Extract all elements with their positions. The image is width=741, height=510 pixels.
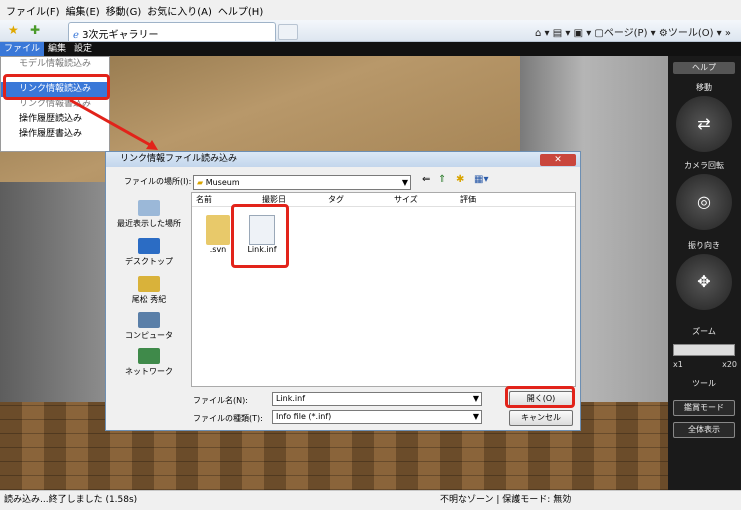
place-user[interactable]: 尾松 秀紀 (110, 276, 188, 305)
back-icon[interactable]: ⇐ (422, 174, 430, 185)
file-item-svn-label: .svn (209, 245, 227, 254)
chevron-down-icon[interactable]: ▼ (473, 411, 479, 423)
look-in-value: Museum (205, 178, 240, 187)
chevron-down-icon[interactable]: ▼ (473, 393, 479, 405)
recent-places-icon (138, 200, 160, 216)
desktop-icon (138, 238, 160, 254)
close-icon[interactable]: ✕ (540, 154, 576, 166)
look-in-select[interactable]: ▰ Museum ▼ (193, 175, 411, 190)
folder-icon (206, 215, 230, 245)
filetype-label: ファイルの種類(T): (193, 414, 263, 423)
cancel-button[interactable]: キャンセル (509, 410, 573, 426)
place-desktop[interactable]: デスクトップ (110, 238, 188, 267)
user-folder-icon (138, 276, 160, 292)
status-text: 読み込み...終了しました (1.58s) (4, 495, 138, 505)
place-computer[interactable]: コンピュータ (110, 312, 188, 341)
places-bar: 最近表示した場所 デスクトップ 尾松 秀紀 コンピュータ ネットワーク (110, 190, 188, 390)
place-computer-label: コンピュータ (125, 331, 173, 340)
folder-icon: ▰ (197, 178, 204, 187)
place-recent-label: 最近表示した場所 (117, 219, 181, 228)
look-in-label: ファイルの場所(I): (124, 177, 192, 186)
column-size[interactable]: サイズ (390, 193, 456, 206)
place-recent[interactable]: 最近表示した場所 (110, 200, 188, 229)
column-rating[interactable]: 評価 (456, 193, 522, 206)
place-network-label: ネットワーク (125, 367, 173, 376)
view-menu-icon[interactable]: ▦▾ (474, 174, 488, 185)
zone-status: 不明なゾーン | 保護モード: 無効 (440, 495, 572, 505)
computer-icon (138, 312, 160, 328)
network-icon (138, 348, 160, 364)
place-network[interactable]: ネットワーク (110, 348, 188, 377)
filetype-value: Info file (*.inf) (276, 412, 332, 421)
chevron-down-icon: ▼ (401, 178, 408, 187)
filename-label: ファイル名(N): (193, 396, 248, 405)
filetype-select[interactable]: Info file (*.inf) ▼ (272, 410, 482, 424)
dialog-title: リンク情報ファイル読み込み (106, 152, 580, 167)
new-folder-icon[interactable]: ✱ (456, 174, 464, 185)
highlight-link-inf (231, 204, 289, 268)
place-user-label: 尾松 秀紀 (131, 295, 167, 304)
place-desktop-label: デスクトップ (125, 257, 173, 266)
highlight-open-button (505, 386, 575, 408)
filename-input[interactable]: Link.inf ▼ (272, 392, 482, 406)
status-bar: 読み込み...終了しました (1.58s) 不明なゾーン | 保護モード: 無効 (0, 490, 741, 510)
filename-value: Link.inf (276, 394, 306, 403)
up-folder-icon[interactable]: ⇑ (438, 174, 446, 185)
column-tag[interactable]: タグ (324, 193, 390, 206)
